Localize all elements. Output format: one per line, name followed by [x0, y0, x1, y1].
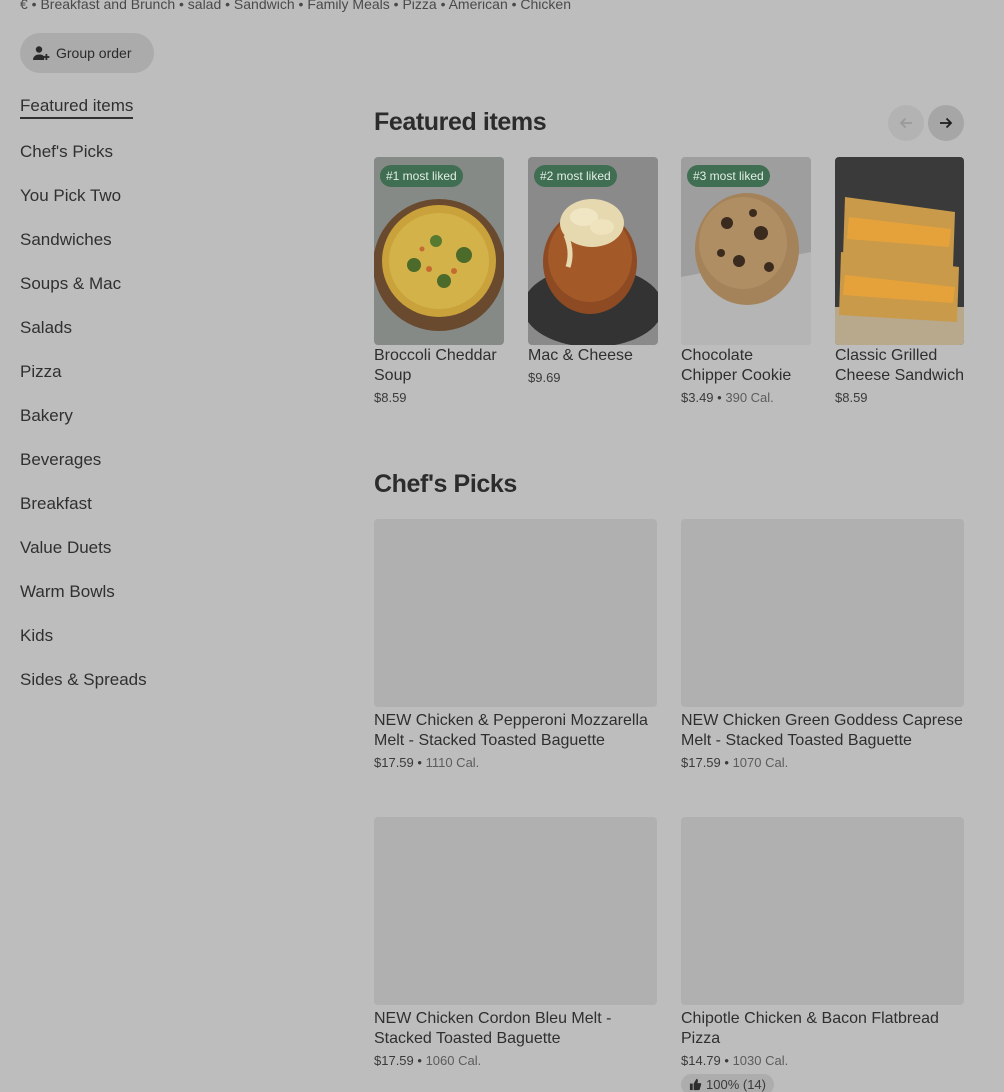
sidebar-item-pizza[interactable]: Pizza — [20, 362, 320, 406]
item-price: $14.79 — [681, 1053, 721, 1068]
sidebar-item-kids[interactable]: Kids — [20, 626, 320, 670]
separator: • — [717, 390, 722, 405]
rating-badge: 100% (14) — [681, 1074, 774, 1092]
featured-item-card[interactable]: Classic Grilled Cheese Sandwich $8.59 — [835, 157, 964, 405]
sidebar-item-label: Warm Bowls — [20, 582, 115, 601]
sidebar-item-label: Featured items — [20, 96, 134, 119]
sidebar-item-sandwiches[interactable]: Sandwiches — [20, 230, 320, 274]
sidebar-item-bakery[interactable]: Bakery — [20, 406, 320, 450]
item-price-line: $8.59 — [374, 390, 504, 405]
item-price: $17.59 — [374, 1053, 414, 1068]
sidebar-item-chefs-picks[interactable]: Chef's Picks — [20, 142, 320, 186]
item-name: Chipotle Chicken & Bacon Flatbread Pizza — [681, 1010, 939, 1047]
item-calories: 390 Cal. — [725, 390, 774, 405]
carousel-prev-button[interactable] — [888, 105, 924, 141]
featured-item-card[interactable]: #1 most liked Broccoli Cheddar Soup $8.5… — [374, 157, 504, 405]
sidebar-item-label: Kids — [20, 626, 54, 645]
sidebar-item-featured-items[interactable]: Featured items — [20, 96, 320, 142]
sidebar-item-value-duets[interactable]: Value Duets — [20, 538, 320, 582]
carousel-next-button[interactable] — [928, 105, 964, 141]
sidebar-item-you-pick-two[interactable]: You Pick Two — [20, 186, 320, 230]
most-liked-badge: #2 most liked — [534, 165, 617, 187]
sidebar-item-label: Sides & Spreads — [20, 670, 147, 689]
item-name: Chocolate Chipper Cookie — [681, 347, 792, 384]
sidebar-item-sides-spreads[interactable]: Sides & Spreads — [20, 670, 320, 714]
separator: • — [724, 1053, 729, 1068]
chefs-pick-card[interactable]: NEW Chicken Cordon Bleu Melt - Stacked T… — [374, 817, 657, 1068]
sidebar-item-label: Sandwiches — [20, 230, 112, 249]
rating-value: 100% (14) — [706, 1077, 766, 1092]
sidebar-item-label: Bakery — [20, 406, 73, 425]
sidebar-item-label: Soups & Mac — [20, 274, 122, 293]
featured-items-title: Featured items — [374, 108, 547, 136]
chefs-pick-card[interactable]: NEW Chicken Green Goddess Caprese Melt -… — [681, 519, 964, 770]
add-person-icon — [32, 44, 50, 62]
item-calories: 1070 Cal. — [732, 755, 789, 770]
item-price-line: $17.59 • 1070 Cal. — [681, 755, 964, 770]
separator: • — [724, 755, 729, 770]
arrow-right-icon — [940, 117, 953, 129]
item-price-line: $17.59 • 1110 Cal. — [374, 755, 657, 770]
chefs-picks-title: Chef's Picks — [374, 470, 517, 498]
group-order-button[interactable]: Group order — [20, 33, 154, 73]
item-price: $3.49 — [681, 390, 714, 405]
item-image-placeholder — [681, 519, 964, 707]
thumbs-up-icon — [689, 1078, 702, 1091]
sidebar-item-salads[interactable]: Salads — [20, 318, 320, 362]
item-price: $8.59 — [374, 390, 407, 405]
item-name: NEW Chicken Green Goddess Caprese Melt -… — [681, 712, 963, 749]
sidebar-item-label: Chef's Picks — [20, 142, 113, 161]
item-price: $17.59 — [681, 755, 721, 770]
item-price-line: $3.49 • 390 Cal. — [681, 390, 811, 405]
arrow-left-icon — [899, 117, 912, 129]
sidebar-item-label: Pizza — [20, 362, 62, 381]
item-calories: 1030 Cal. — [732, 1053, 789, 1068]
item-name: Broccoli Cheddar Soup — [374, 347, 497, 384]
menu-category-nav: Featured items Chef's Picks You Pick Two… — [20, 96, 320, 714]
cuisine-tags: € • Breakfast and Brunch • salad • Sandw… — [20, 0, 571, 12]
sidebar-item-label: Beverages — [20, 450, 102, 469]
item-price: $17.59 — [374, 755, 414, 770]
item-price-line: $9.69 — [528, 370, 658, 385]
featured-item-card[interactable]: #3 most liked Chocolate Chipper Cookie $… — [681, 157, 811, 405]
item-name: Mac & Cheese — [528, 347, 633, 364]
separator: • — [417, 755, 422, 770]
sidebar-item-label: You Pick Two — [20, 186, 122, 205]
item-image-placeholder — [374, 519, 657, 707]
mac-and-cheese-image: #2 most liked — [528, 157, 658, 345]
sidebar-item-warm-bowls[interactable]: Warm Bowls — [20, 582, 320, 626]
grilled-cheese-image — [835, 157, 964, 345]
group-order-label: Group order — [56, 45, 132, 61]
sidebar-item-label: Salads — [20, 318, 72, 337]
sidebar-item-label: Breakfast — [20, 494, 92, 513]
store-menu-page: € • Breakfast and Brunch • salad • Sandw… — [0, 0, 1004, 1092]
item-price-line: $8.59 — [835, 390, 964, 405]
item-image-placeholder — [681, 817, 964, 1005]
item-calories: 1110 Cal. — [425, 755, 480, 770]
item-calories: 1060 Cal. — [425, 1053, 482, 1068]
most-liked-badge: #1 most liked — [380, 165, 463, 187]
item-image-placeholder — [374, 817, 657, 1005]
item-price: $8.59 — [835, 390, 868, 405]
sidebar-item-soups-mac[interactable]: Soups & Mac — [20, 274, 320, 318]
sidebar-item-breakfast[interactable]: Breakfast — [20, 494, 320, 538]
item-price: $9.69 — [528, 370, 561, 385]
chocolate-chipper-cookie-image: #3 most liked — [681, 157, 811, 345]
sidebar-item-label: Value Duets — [20, 538, 112, 557]
chefs-pick-card[interactable]: Chipotle Chicken & Bacon Flatbread Pizza… — [681, 817, 964, 1092]
item-name: NEW Chicken Cordon Bleu Melt - Stacked T… — [374, 1010, 612, 1047]
item-name: NEW Chicken & Pepperoni Mozzarella Melt … — [374, 712, 648, 749]
featured-item-card[interactable]: #2 most liked Mac & Cheese $9.69 — [528, 157, 658, 385]
sidebar-item-beverages[interactable]: Beverages — [20, 450, 320, 494]
chefs-pick-card[interactable]: NEW Chicken & Pepperoni Mozzarella Melt … — [374, 519, 657, 770]
item-name: Classic Grilled Cheese Sandwich — [835, 347, 964, 384]
broccoli-cheddar-soup-image: #1 most liked — [374, 157, 504, 345]
item-price-line: $17.59 • 1060 Cal. — [374, 1053, 657, 1068]
separator: • — [417, 1053, 422, 1068]
item-price-line: $14.79 • 1030 Cal. — [681, 1053, 964, 1068]
most-liked-badge: #3 most liked — [687, 165, 770, 187]
